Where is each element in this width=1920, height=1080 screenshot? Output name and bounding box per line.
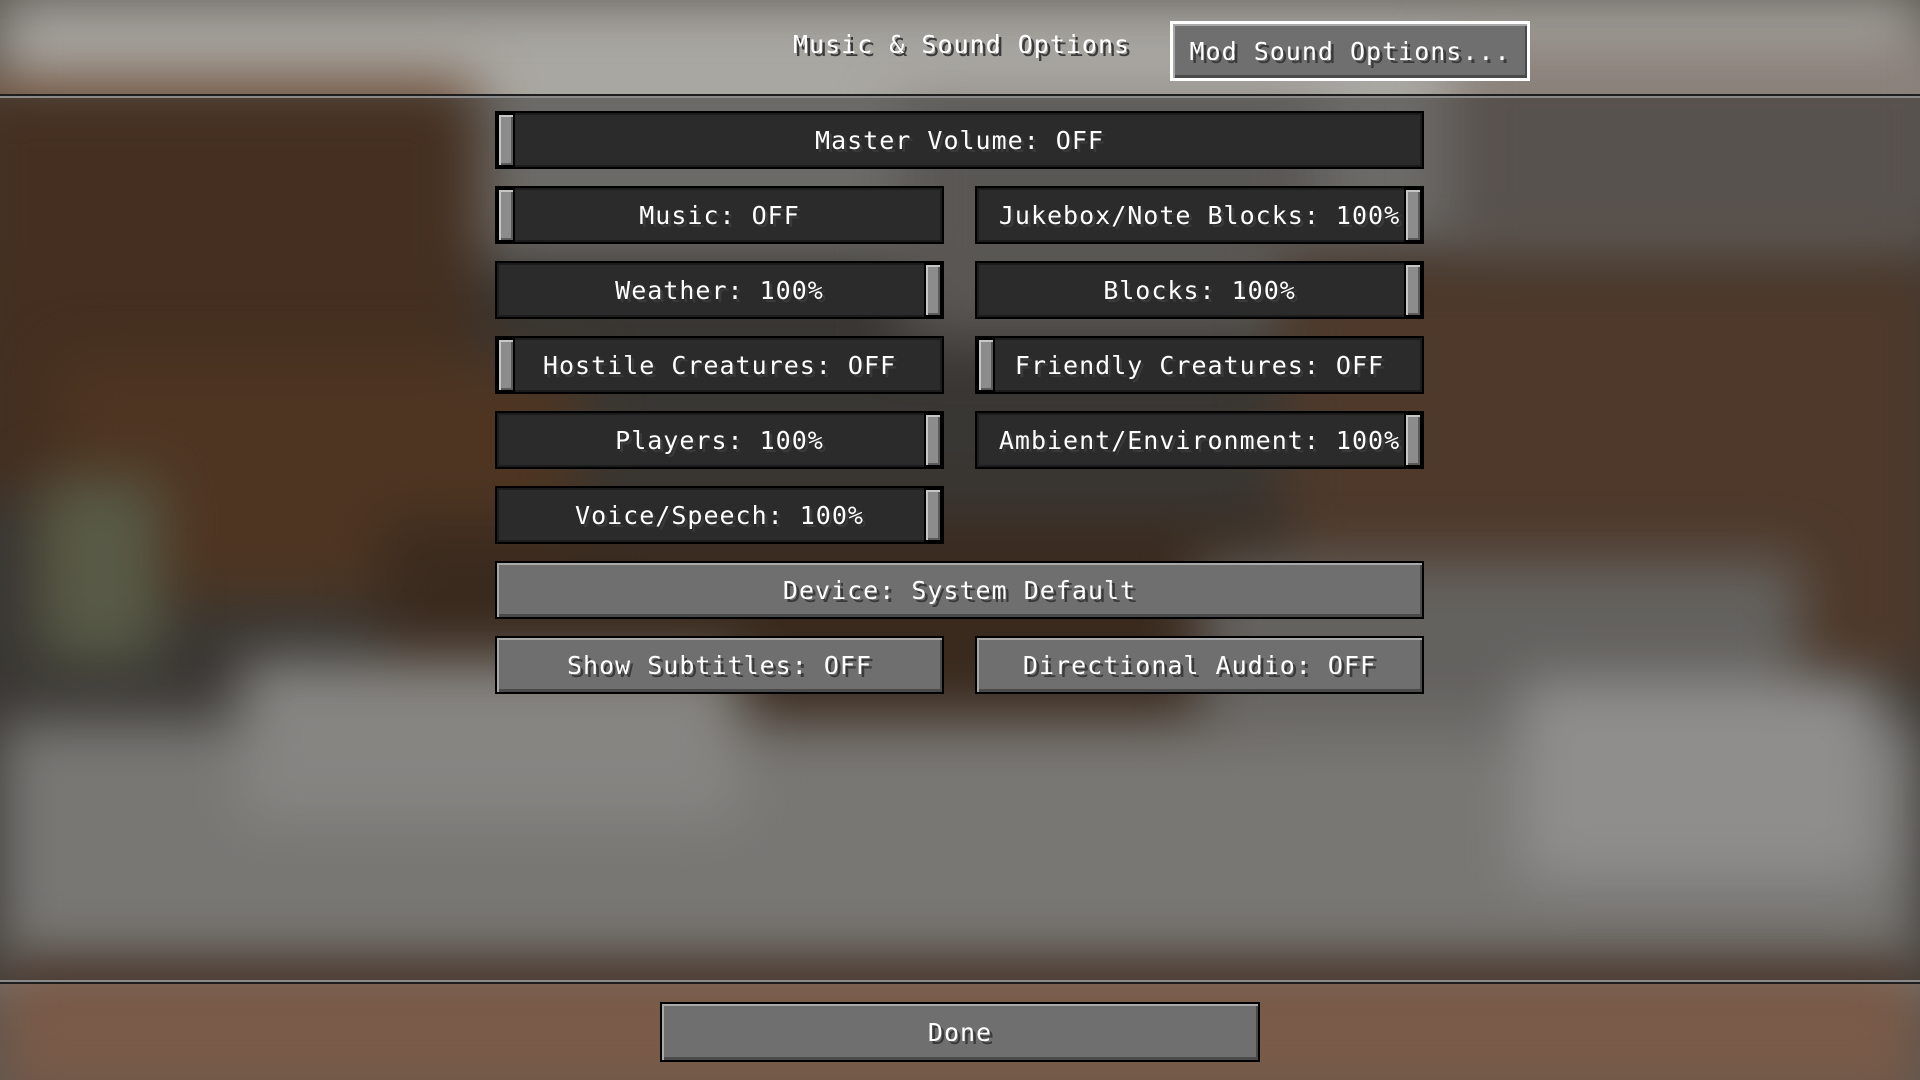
friendly-creatures-slider[interactable]: Friendly Creatures: OFF xyxy=(975,336,1424,394)
slider-label: Music: OFF xyxy=(639,200,800,230)
slider-label: Blocks: 100% xyxy=(1103,275,1296,305)
show-subtitles-button[interactable]: Show Subtitles: OFF xyxy=(495,636,944,694)
done-button[interactable]: Done xyxy=(660,1002,1260,1062)
footer-divider xyxy=(0,982,1920,984)
weather-slider[interactable]: Weather: 100% xyxy=(495,261,944,319)
slider-label: Friendly Creatures: OFF xyxy=(1014,350,1385,380)
slider-label: Hostile Creatures: OFF xyxy=(542,350,897,380)
players-slider[interactable]: Players: 100% xyxy=(495,411,944,469)
slider-label: Voice/Speech: 100% xyxy=(575,500,864,530)
sound-options-screen: Music & Sound Options Mod Sound Options.… xyxy=(0,0,1920,1080)
page-title: Music & Sound Options xyxy=(793,30,1131,59)
directional-audio-button[interactable]: Directional Audio: OFF xyxy=(975,636,1424,694)
slider-label: Players: 100% xyxy=(615,425,824,455)
options-list-panel xyxy=(0,96,1920,982)
device-button[interactable]: Device: System Default xyxy=(495,561,1424,619)
jukebox-note-blocks-slider[interactable]: Jukebox/Note Blocks: 100% xyxy=(975,186,1424,244)
ambient-environment-slider[interactable]: Ambient/Environment: 100% xyxy=(975,411,1424,469)
master-volume-slider[interactable]: Master Volume: OFF xyxy=(495,111,1424,169)
hostile-creatures-slider[interactable]: Hostile Creatures: OFF xyxy=(495,336,944,394)
slider-label: Jukebox/Note Blocks: 100% xyxy=(998,200,1401,230)
slider-label: Master Volume: OFF xyxy=(815,125,1104,155)
slider-label: Ambient/Environment: 100% xyxy=(998,425,1401,455)
music-slider[interactable]: Music: OFF xyxy=(495,186,944,244)
voice-speech-slider[interactable]: Voice/Speech: 100% xyxy=(495,486,944,544)
mod-sound-options-button[interactable]: Mod Sound Options... xyxy=(1170,21,1530,81)
blocks-slider[interactable]: Blocks: 100% xyxy=(975,261,1424,319)
slider-label: Weather: 100% xyxy=(615,275,824,305)
